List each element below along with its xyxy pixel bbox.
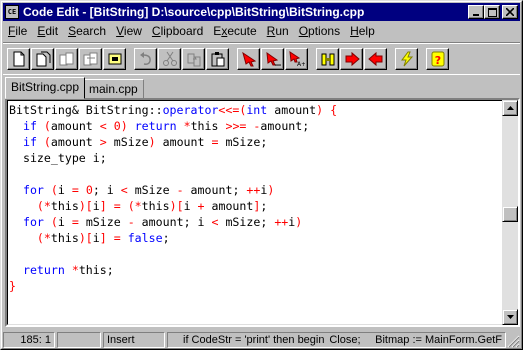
help-button[interactable]: ? xyxy=(426,48,449,70)
copy-icon xyxy=(187,53,200,67)
menu-bar: File Edit Search View Clipboard Execute Run Opt… xyxy=(3,22,520,41)
menu-view[interactable]: View xyxy=(111,22,147,41)
minimize-icon xyxy=(473,14,479,16)
menu-run[interactable]: Run xyxy=(262,22,294,41)
compile-icon xyxy=(321,53,334,66)
copy-file-icon xyxy=(59,52,73,66)
window-title: Code Edit - [BitString] D:\source\cpp\Bi… xyxy=(23,5,365,19)
paste-icon xyxy=(211,52,224,67)
close-button[interactable] xyxy=(502,5,518,19)
stop-button[interactable] xyxy=(364,48,387,70)
replace-button[interactable]: A+B xyxy=(285,48,308,70)
lightning-button[interactable] xyxy=(395,48,418,70)
find-icon xyxy=(241,51,256,67)
new-file-button[interactable] xyxy=(7,48,30,70)
menu-clipboard[interactable]: Clipboard xyxy=(147,22,208,41)
cut-icon xyxy=(162,51,177,66)
code-line: if (amount < 0) return *this >>= -amount… xyxy=(22,119,310,133)
run-button[interactable] xyxy=(340,48,363,70)
new-file-icon xyxy=(13,51,24,67)
code-line: } xyxy=(9,279,16,293)
compile-button[interactable] xyxy=(316,48,339,70)
save-all-button[interactable] xyxy=(103,48,126,70)
menu-options[interactable]: Options xyxy=(294,22,345,41)
code-line: BitString& BitString::operator<<=(int am… xyxy=(9,103,338,117)
menu-file[interactable]: File xyxy=(3,22,32,41)
menu-search[interactable]: Search xyxy=(63,22,111,41)
tab-main-cpp[interactable]: main.cpp xyxy=(83,79,144,99)
code-line: if (amount > mSize) amount = mSize; xyxy=(22,135,268,149)
resize-grip-icon[interactable] xyxy=(507,335,520,348)
help-icon: ? xyxy=(431,51,444,67)
code-line: for (i = 0; i < mSize - amount; ++i) xyxy=(22,183,275,197)
code-line: (*this)[i] = false; xyxy=(36,231,170,245)
find-next-button[interactable] xyxy=(261,48,284,70)
code-area[interactable]: BitString& BitString::operator<<=(int am… xyxy=(9,102,500,323)
copy-file-button[interactable] xyxy=(55,48,78,70)
scroll-thumb[interactable] xyxy=(502,206,518,222)
menu-edit[interactable]: Edit xyxy=(32,22,63,41)
status-message-2: Close; xyxy=(329,333,361,346)
file-tabs: BitString.cpp main.cpp xyxy=(3,77,520,99)
save-file-icon xyxy=(83,52,97,66)
svg-text:?: ? xyxy=(434,54,440,67)
open-file-button[interactable] xyxy=(31,48,54,70)
edit-mode: Insert xyxy=(103,331,165,348)
app-icon[interactable]: CE xyxy=(5,5,19,19)
undo-icon xyxy=(139,52,151,65)
maximize-button[interactable] xyxy=(484,5,500,19)
tab-bitstring-cpp[interactable]: BitString.cpp xyxy=(5,77,86,99)
find-next-icon xyxy=(265,51,281,66)
scroll-down-button[interactable] xyxy=(502,309,518,325)
menu-execute[interactable]: Execute xyxy=(208,22,261,41)
find-button[interactable] xyxy=(237,48,260,70)
cursor-position: 185: 1 xyxy=(3,331,55,348)
code-line: for (i = mSize - amount; i < mSize; ++i) xyxy=(22,215,303,229)
status-message-3: Bitmap := MainForm.GetF xyxy=(375,333,502,346)
close-icon xyxy=(506,8,514,16)
save-all-icon xyxy=(108,53,121,65)
svg-text:A+B: A+B xyxy=(297,61,305,67)
status-message-1: if CodeStr = 'print' then begin xyxy=(183,333,325,346)
maximize-icon xyxy=(487,7,497,17)
arrow-down-icon xyxy=(506,315,514,319)
code-line: return *this; xyxy=(22,263,114,277)
menu-help[interactable]: Help xyxy=(345,22,380,41)
stop-icon xyxy=(367,51,382,67)
paste-button[interactable] xyxy=(206,48,229,70)
undo-button[interactable] xyxy=(134,48,157,70)
save-file-button[interactable] xyxy=(79,48,102,70)
title-bar[interactable]: CE Code Edit - [BitString] D:\source\cpp… xyxy=(3,3,520,21)
status-bar: 185: 1 Insert if CodeStr = 'print' then … xyxy=(3,331,520,348)
toolbar: A+B? xyxy=(3,42,520,75)
arrow-up-icon xyxy=(506,106,514,110)
scroll-up-button[interactable] xyxy=(502,100,518,116)
open-file-icon xyxy=(36,51,50,67)
code-line: size_type i; xyxy=(9,151,107,165)
status-message: if CodeStr = 'print' then begin Close; B… xyxy=(167,331,506,348)
minimize-button[interactable] xyxy=(468,5,484,19)
run-icon xyxy=(345,51,360,67)
copy-button[interactable] xyxy=(182,48,205,70)
modified-indicator xyxy=(57,331,101,348)
window-controls xyxy=(468,5,518,19)
replace-icon: A+B xyxy=(288,51,305,67)
code-line: (*this)[i] = (*this)[i + amount]; xyxy=(36,199,268,213)
code-editor[interactable]: BitString& BitString::operator<<=(int am… xyxy=(5,98,520,327)
app-window: CE Code Edit - [BitString] D:\source\cpp… xyxy=(0,0,523,350)
vertical-scrollbar[interactable] xyxy=(502,100,518,325)
lightning-icon xyxy=(400,51,413,67)
cut-button[interactable] xyxy=(158,48,181,70)
